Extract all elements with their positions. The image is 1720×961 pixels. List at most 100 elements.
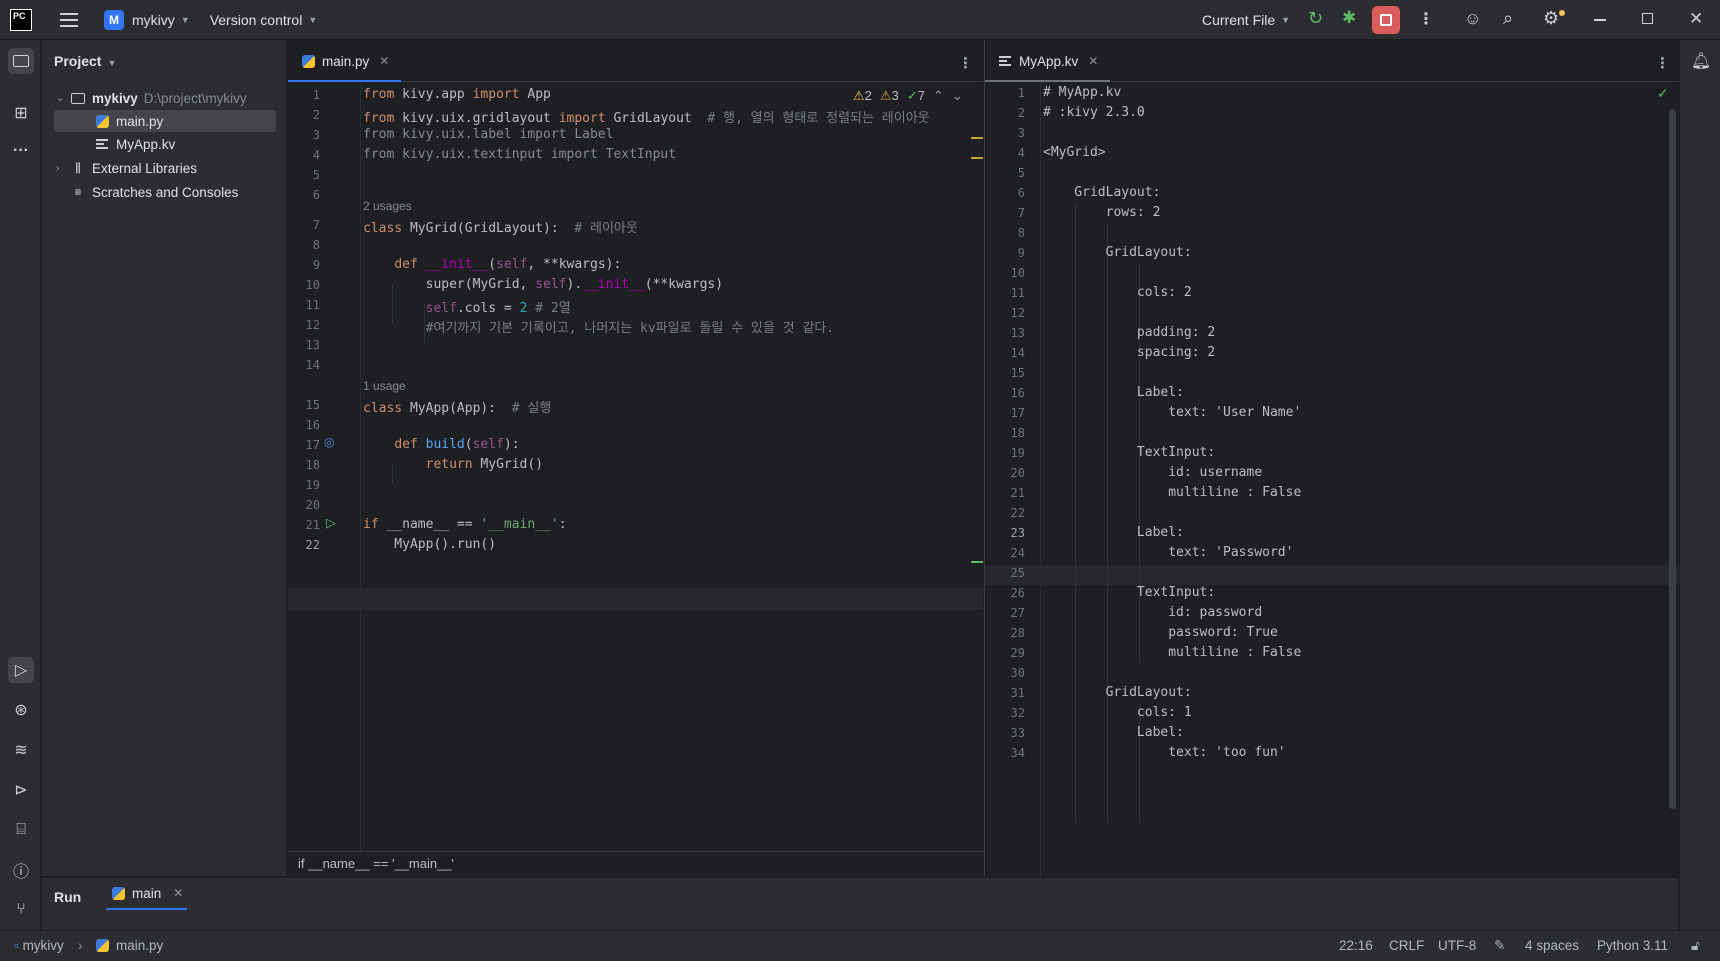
tab-label: MyApp.kv xyxy=(1019,53,1079,69)
code-line: # :kivy 2.3.0 xyxy=(1043,105,1145,120)
git-icon[interactable]: ⑂ xyxy=(8,897,34,923)
right-editor[interactable]: 1 2 3 4 5 6 7 8 9 10 11 12 13 14 15 16 17 18 19 20 21 22 23 24 2… xyxy=(985,83,1679,876)
scratches-icon: ≡ xyxy=(74,185,82,199)
stop-button[interactable] xyxy=(1372,6,1400,34)
line-number: 27 xyxy=(1010,606,1025,620)
vcs-menu[interactable]: Version control ▼ xyxy=(210,12,318,28)
status-project-label: mykivy xyxy=(22,938,64,953)
problems-icon[interactable]: ⓘ xyxy=(8,857,34,883)
run-config-selector[interactable]: Current File ▼ xyxy=(1202,12,1290,28)
code-line: cols: 1 xyxy=(1043,705,1192,720)
line-number: 28 xyxy=(1010,626,1025,640)
close-icon[interactable]: ✕ xyxy=(1689,9,1703,29)
minimize-icon[interactable] xyxy=(1594,19,1606,21)
indent-setting[interactable]: 4 spaces xyxy=(1525,938,1579,953)
gutter-divider xyxy=(1040,83,1041,876)
run-gutter-icon[interactable]: ▷ xyxy=(326,515,336,531)
maximize-icon[interactable] xyxy=(1642,13,1653,24)
debug-icon[interactable]: ✱ xyxy=(1342,8,1364,30)
tree-item-scratches[interactable]: ≡ Scratches and Consoles xyxy=(70,181,238,203)
line-number: 18 xyxy=(1010,426,1025,440)
code-line: from kivy.uix.textinput import TextInput xyxy=(363,147,677,162)
more-icon[interactable]: ⋮ xyxy=(1418,9,1434,29)
more-icon[interactable]: ⋮ xyxy=(958,54,973,72)
add-user-icon[interactable]: ☺ xyxy=(1464,9,1481,29)
inspection-widget[interactable]: ⚠2 ⚠3 ✓7 ⌃ ⌄ xyxy=(853,88,963,104)
typo-count[interactable]: ✓7 xyxy=(907,88,925,104)
override-marker-icon[interactable]: ◎ xyxy=(324,435,334,449)
editor-breadcrumb[interactable]: if __name__ == '__main__' xyxy=(288,851,986,876)
python-file-icon xyxy=(110,886,126,900)
structure-tool-icon[interactable]: ⊞ xyxy=(8,100,34,126)
line-number: 10 xyxy=(1010,266,1025,280)
weak-warning-count[interactable]: ⚠3 xyxy=(880,88,899,104)
line-number: 21 xyxy=(305,518,320,532)
line-number: 16 xyxy=(305,418,320,432)
code-line: text: 'User Name' xyxy=(1043,405,1302,420)
project-tool-icon[interactable] xyxy=(8,48,34,74)
status-project[interactable]: ▫ mykivy xyxy=(14,938,64,953)
stop-icon xyxy=(1380,14,1392,26)
chevron-down-icon[interactable]: ⌄ xyxy=(952,88,963,104)
tab-main-py[interactable]: main.py ✕ xyxy=(288,40,402,82)
file-encoding[interactable]: UTF-8 xyxy=(1438,938,1476,953)
chevron-up-icon[interactable]: ⌃ xyxy=(933,88,944,104)
rerun-icon[interactable]: ↻ xyxy=(1308,8,1330,30)
notifications-icon[interactable]: 🔔︎ xyxy=(1688,48,1714,74)
close-icon[interactable]: ✕ xyxy=(379,54,389,68)
line-number: 34 xyxy=(1010,746,1025,760)
line-number: 1 xyxy=(312,88,320,102)
services-icon[interactable]: ⊳ xyxy=(8,777,34,803)
readonly-toggle-icon[interactable]: ✎ xyxy=(1494,938,1505,954)
project-badge[interactable]: M xyxy=(104,9,124,30)
project-switcher[interactable]: mykivy ▼ xyxy=(132,12,190,28)
vertical-scrollbar[interactable] xyxy=(1669,109,1676,809)
close-icon[interactable]: ✕ xyxy=(173,886,183,900)
search-icon[interactable]: ⌕ xyxy=(1503,8,1513,29)
module-icon: ▫ xyxy=(14,938,19,953)
close-icon[interactable]: ✕ xyxy=(1088,54,1098,68)
run-tool-icon[interactable]: ▷ xyxy=(8,657,34,683)
line-number: 2 xyxy=(312,108,320,122)
warning-count[interactable]: ⚠2 xyxy=(853,88,872,104)
tab-myapp-kv[interactable]: MyApp.kv ✕ xyxy=(985,40,1111,82)
more-tools-icon[interactable]: ··· xyxy=(8,138,34,164)
code-line: Label: xyxy=(1043,725,1184,740)
line-number: 14 xyxy=(305,358,320,372)
project-panel-header[interactable]: Project ▼ xyxy=(54,53,116,69)
usages-hint[interactable]: 2 usages xyxy=(363,199,412,213)
line-number: 25 xyxy=(1010,566,1025,580)
current-line-highlight xyxy=(288,588,983,610)
code-comment: # 2열 xyxy=(535,301,571,316)
status-file[interactable]: main.py xyxy=(94,938,163,953)
lock-icon[interactable]: 🔓︎ xyxy=(1691,938,1700,954)
line-separator[interactable]: CRLF xyxy=(1389,938,1424,953)
python-console-icon[interactable]: ⊛ xyxy=(8,697,34,723)
line-number: 11 xyxy=(1010,286,1025,300)
hamburger-icon[interactable] xyxy=(60,12,78,27)
more-icon[interactable]: ⋮ xyxy=(1655,54,1670,72)
tree-item-main-py[interactable]: main.py xyxy=(54,110,276,132)
tree-item-root[interactable]: ⌄ mykivy D:\project\mykivy xyxy=(56,87,247,109)
tree-item-label: main.py xyxy=(116,113,164,129)
indent-guide xyxy=(1139,263,1140,663)
text-file-icon xyxy=(94,137,110,151)
code-line: # MyApp.kv xyxy=(1043,85,1122,100)
left-editor[interactable]: 1 2 3 4 5 6 7 8 9 10 11 12 13 14 15 16 17 18 19 20 21 22 ⚠2 ⚠… xyxy=(288,83,983,851)
line-number: 2 xyxy=(1017,106,1025,120)
tree-item-external-libraries[interactable]: › ⫼ External Libraries xyxy=(56,157,197,179)
line-number: 22 xyxy=(1010,506,1025,520)
python-interpreter[interactable]: Python 3.11 xyxy=(1597,938,1668,953)
line-number: 4 xyxy=(312,148,320,162)
tree-item-myapp-kv[interactable]: MyApp.kv xyxy=(94,133,175,155)
line-number: 31 xyxy=(1010,686,1025,700)
caret-position[interactable]: 22:16 xyxy=(1339,938,1373,953)
python-packages-icon[interactable]: ≋ xyxy=(8,737,34,763)
line-number: 10 xyxy=(305,278,320,292)
line-number: 20 xyxy=(305,498,320,512)
usages-hint[interactable]: 1 usage xyxy=(363,379,406,393)
tab-run-main[interactable]: main ✕ xyxy=(106,878,188,910)
settings-icon[interactable]: ⚙ xyxy=(1543,8,1559,29)
terminal-icon[interactable]: ⌸ xyxy=(8,817,34,843)
line-number: 17 xyxy=(1010,406,1025,420)
